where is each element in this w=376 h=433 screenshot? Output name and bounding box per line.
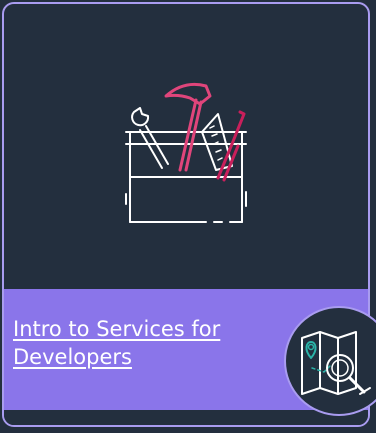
card-footer <box>4 410 368 425</box>
course-title-link[interactable]: Intro to Services for Developers <box>13 315 313 371</box>
illustration-area <box>4 4 368 289</box>
toolbox-icon <box>125 82 247 223</box>
course-title-line-1: Intro to Services for <box>13 317 221 341</box>
course-title-line-2: Developers <box>13 345 132 369</box>
map-search-icon <box>301 331 371 395</box>
